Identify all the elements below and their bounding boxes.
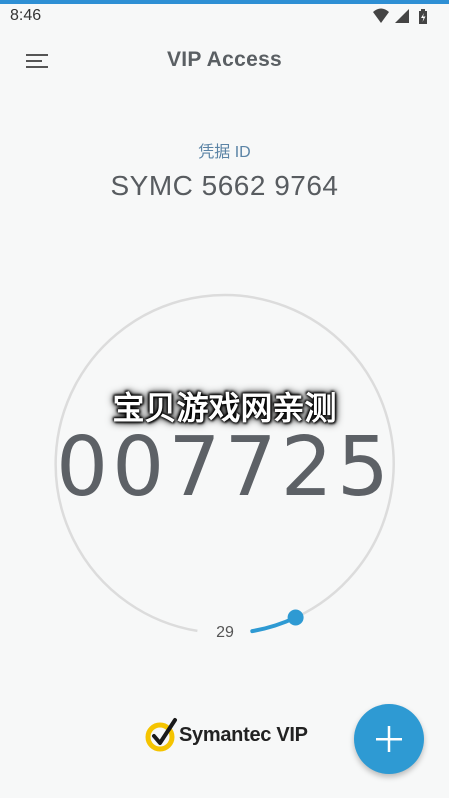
add-credential-button[interactable] (354, 704, 424, 774)
product-name: VIP (276, 724, 308, 746)
symantec-vip-logo: Symantec VIP (145, 716, 315, 754)
ring-progress-dot (287, 609, 304, 626)
security-code: 007725 (55, 420, 394, 515)
symantec-check-logo (145, 718, 177, 752)
countdown-seconds: 29 (216, 624, 234, 641)
brand-name: Symantec (179, 724, 272, 746)
plus-icon (376, 726, 402, 752)
